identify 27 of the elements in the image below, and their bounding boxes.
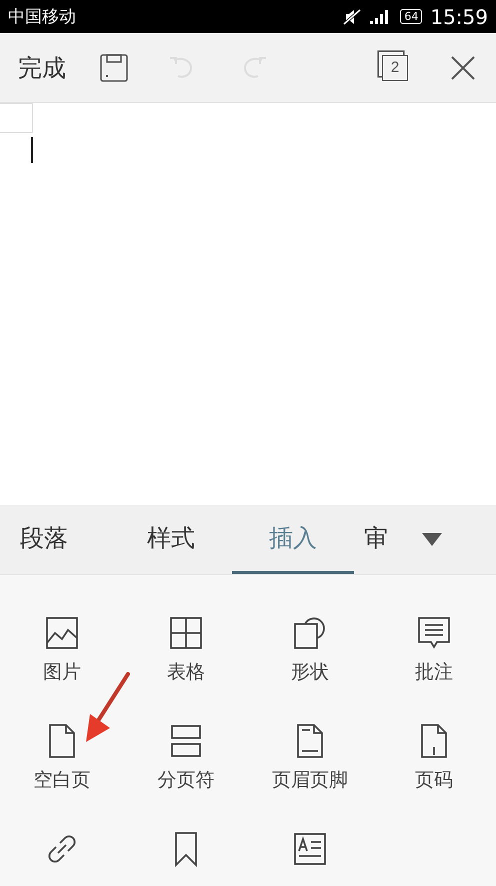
insert-option-label[interactable]: 页眉页脚 — [272, 767, 348, 793]
ribbon-tab[interactable]: 样式 — [110, 505, 232, 574]
clock-time: 15:59 — [430, 4, 488, 28]
ribbon-tab[interactable]: 插入 — [232, 505, 354, 574]
carrier-name: 中国移动 — [8, 6, 76, 28]
insert-option-label[interactable]: 分页符 — [158, 767, 214, 793]
insert-option-label[interactable]: 形状 — [291, 659, 329, 685]
insert-option-label[interactable]: 批注 — [415, 659, 453, 685]
insert-option-label[interactable]: 表格 — [167, 659, 205, 685]
insert-option-label[interactable]: 页码 — [415, 767, 453, 793]
table-icon[interactable] — [168, 615, 204, 651]
close-icon[interactable] — [450, 54, 476, 80]
save-icon[interactable] — [100, 54, 128, 82]
dropdown-icon[interactable] — [422, 532, 442, 546]
insert-option-label[interactable]: 空白页 — [34, 767, 90, 793]
mute-icon — [342, 8, 362, 24]
page-break-icon[interactable] — [168, 723, 204, 759]
image-icon[interactable] — [44, 615, 80, 651]
ribbon-tab[interactable]: 段落 — [0, 505, 110, 574]
ribbon-tab[interactable]: 审 — [354, 505, 414, 574]
done-button[interactable]: 完成 — [18, 52, 66, 84]
battery-level: 64 — [400, 9, 422, 24]
text-box-icon[interactable] — [292, 831, 328, 867]
text-cursor — [31, 137, 33, 163]
comment-icon[interactable] — [416, 615, 452, 651]
shapes-icon[interactable] — [292, 615, 328, 651]
insert-option-label[interactable]: 图片 — [43, 659, 81, 685]
